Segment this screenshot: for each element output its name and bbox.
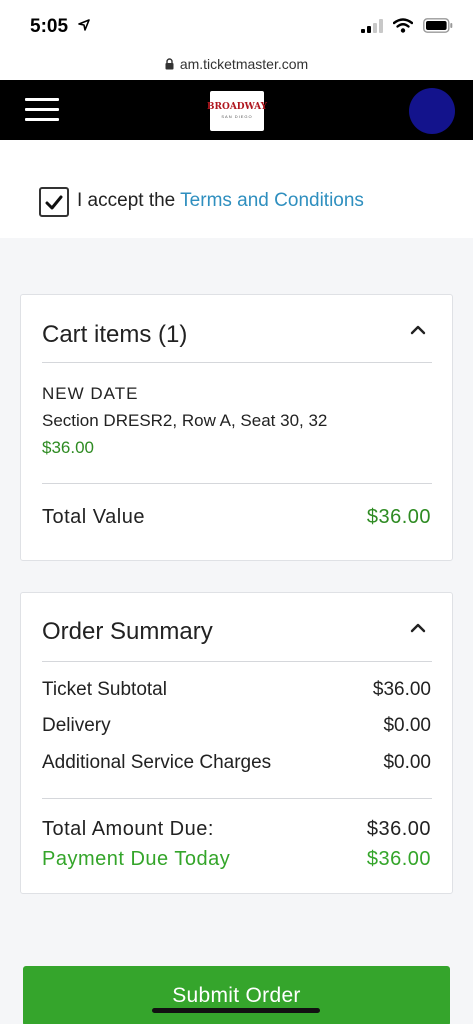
- location-arrow-icon: [78, 19, 90, 31]
- total-value-label: Total Value: [42, 506, 145, 528]
- chevron-up-icon[interactable]: [410, 623, 426, 633]
- status-bar: 5:05: [0, 0, 473, 48]
- total-due-label: Total Amount Due:: [42, 818, 214, 840]
- terms-text: I accept the Terms and Conditions: [77, 190, 364, 212]
- summary-row-label: Ticket Subtotal: [42, 679, 167, 700]
- status-time: 5:05: [30, 16, 69, 37]
- order-summary-card: Order Summary Ticket Subtotal $36.00 Del…: [20, 592, 453, 894]
- total-due-value: $36.00: [366, 818, 431, 840]
- divider: [42, 483, 432, 484]
- cart-item-price: $36.00: [42, 438, 94, 457]
- terms-link[interactable]: Terms and Conditions: [180, 190, 364, 211]
- terms-section: [0, 140, 473, 238]
- lock-icon: [165, 58, 174, 70]
- hamburger-menu-icon[interactable]: [25, 98, 59, 122]
- avatar[interactable]: [409, 88, 455, 134]
- wifi-icon: [393, 18, 413, 33]
- divider: [42, 661, 432, 662]
- summary-row-value: $0.00: [383, 715, 431, 736]
- logo-text: BROADWAY: [206, 102, 268, 112]
- broadway-logo[interactable]: BROADWAY SAN DIEGO: [206, 91, 268, 131]
- chevron-up-icon[interactable]: [410, 325, 426, 335]
- payment-due-value: $36.00: [366, 848, 431, 870]
- status-icons: [361, 18, 453, 33]
- submit-order-button[interactable]: Submit Order: [23, 966, 450, 1024]
- summary-row-label: Delivery: [42, 715, 111, 736]
- summary-row-value: $36.00: [372, 679, 431, 700]
- cart-item-detail: Section DRESR2, Row A, Seat 30, 32: [42, 411, 328, 430]
- url-bar[interactable]: am.ticketmaster.com: [0, 48, 473, 80]
- url-text: am.ticketmaster.com: [179, 56, 309, 72]
- signal-icon: [361, 18, 383, 33]
- cart-items-card: Cart items (1) NEW DATE Section DRESR2, …: [20, 294, 453, 561]
- cart-title: Cart items (1): [42, 321, 188, 348]
- summary-row-value: $0.00: [383, 752, 431, 773]
- battery-icon: [423, 18, 453, 33]
- total-value-amount: $36.00: [366, 506, 431, 528]
- logo-subtext: SAN DIEGO: [221, 114, 253, 119]
- cart-item-name: NEW DATE: [42, 384, 139, 403]
- divider: [42, 798, 432, 799]
- checkmark-icon: [45, 195, 63, 209]
- terms-checkbox[interactable]: [39, 187, 69, 217]
- home-indicator: [152, 1008, 320, 1013]
- divider: [42, 362, 432, 363]
- summary-title: Order Summary: [42, 618, 213, 645]
- payment-due-label: Payment Due Today: [42, 848, 231, 870]
- summary-row-label: Additional Service Charges: [42, 752, 272, 773]
- terms-prefix: I accept the: [77, 190, 181, 211]
